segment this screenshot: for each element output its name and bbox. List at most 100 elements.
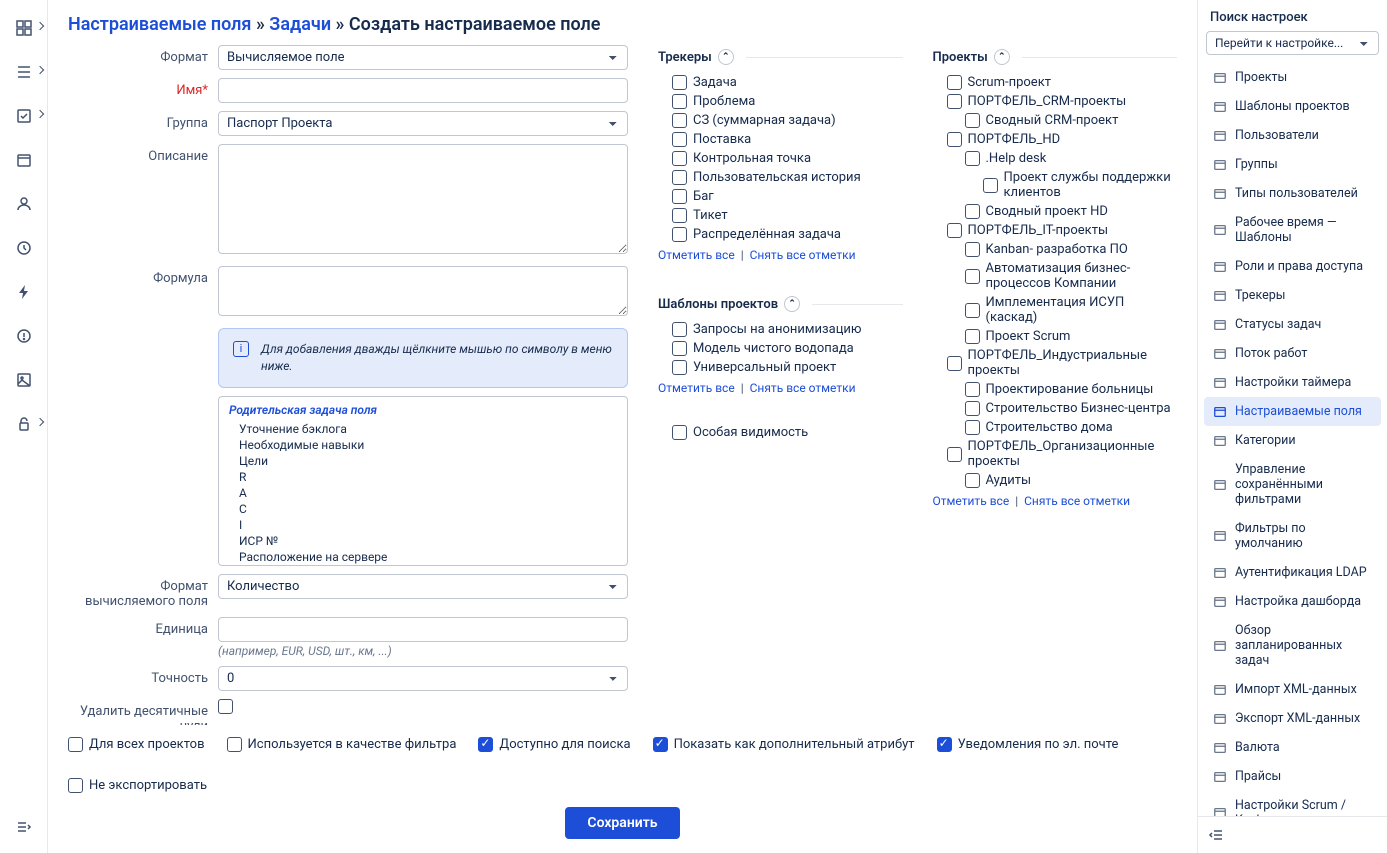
tracker-row[interactable]: Проблема bbox=[672, 92, 903, 111]
tracker-row[interactable]: СЗ (суммарная задача) bbox=[672, 111, 903, 130]
settings-nav-item[interactable]: Трекеры bbox=[1204, 281, 1381, 310]
settings-nav-item[interactable]: Пользователи bbox=[1204, 121, 1381, 150]
precision-select[interactable]: 0 bbox=[218, 666, 628, 691]
project-row[interactable]: ПОРТФЕЛЬ_Индустриальные проекты bbox=[947, 346, 1178, 380]
tracker-row[interactable]: Задача bbox=[672, 73, 903, 92]
settings-nav-item[interactable]: Управление сохранёнными фильтрами bbox=[1204, 455, 1381, 514]
project-checkbox[interactable] bbox=[947, 94, 962, 109]
tracker-checkbox[interactable] bbox=[672, 132, 687, 147]
nav-bolt-icon[interactable] bbox=[14, 282, 34, 302]
listbox-item[interactable]: I bbox=[229, 517, 617, 533]
trackers-unmark-all[interactable]: Снять все отметки bbox=[750, 248, 856, 262]
settings-jump-select[interactable]: Перейти к настройке... bbox=[1206, 31, 1379, 55]
unit-input[interactable] bbox=[218, 617, 628, 642]
trackers-collapse-icon[interactable]: ⌃ bbox=[718, 49, 734, 65]
tracker-checkbox[interactable] bbox=[672, 113, 687, 128]
settings-nav-item[interactable]: Роли и права доступа bbox=[1204, 252, 1381, 281]
breadcrumb-tasks[interactable]: Задачи bbox=[269, 14, 331, 35]
nav-alert-icon[interactable] bbox=[14, 326, 34, 346]
project-checkbox[interactable] bbox=[965, 473, 980, 488]
nav-dashboard-icon[interactable] bbox=[14, 18, 34, 38]
project-row[interactable]: Сводный проект HD bbox=[947, 202, 1178, 221]
settings-nav-item[interactable]: Обзор запланированных задач bbox=[1204, 616, 1381, 675]
listbox-item[interactable]: C bbox=[229, 501, 617, 517]
project-checkbox[interactable] bbox=[965, 303, 980, 318]
project-row[interactable]: Проект службы поддержки клиентов bbox=[947, 168, 1178, 202]
project-row[interactable]: Kanban- разработка ПО bbox=[947, 240, 1178, 259]
tracker-checkbox[interactable] bbox=[672, 189, 687, 204]
settings-nav-item[interactable]: Поток работ bbox=[1204, 339, 1381, 368]
settings-nav-item[interactable]: Категории bbox=[1204, 426, 1381, 455]
project-checkbox[interactable] bbox=[965, 382, 980, 397]
settings-nav-item[interactable]: Рабочее время — Шаблоны bbox=[1204, 208, 1381, 252]
calc-format-select[interactable]: Количество bbox=[218, 574, 628, 599]
breadcrumb-custom-fields[interactable]: Настраиваемые поля bbox=[68, 14, 251, 35]
project-checkbox[interactable] bbox=[965, 420, 980, 435]
group-select[interactable]: Паспорт Проекта bbox=[218, 111, 628, 136]
project-row[interactable]: ПОРТФЕЛЬ_Организационные проекты bbox=[947, 437, 1178, 471]
panel-collapse-icon[interactable] bbox=[1198, 816, 1387, 853]
template-row[interactable]: Запросы на анонимизацию bbox=[672, 320, 903, 339]
tracker-checkbox[interactable] bbox=[672, 75, 687, 90]
nav-lock-icon[interactable] bbox=[14, 414, 34, 434]
templates-unmark-all[interactable]: Снять все отметки bbox=[750, 381, 856, 395]
save-button[interactable]: Сохранить bbox=[565, 807, 679, 839]
project-row[interactable]: Аудиты bbox=[947, 471, 1178, 490]
project-checkbox[interactable] bbox=[965, 329, 980, 344]
nav-task-icon[interactable] bbox=[14, 106, 34, 126]
project-checkbox[interactable] bbox=[965, 401, 980, 416]
settings-nav-item[interactable]: Настраиваемые поля bbox=[1204, 397, 1381, 426]
project-row[interactable]: Scrum-проект bbox=[947, 73, 1178, 92]
settings-nav-item[interactable]: Проекты bbox=[1204, 63, 1381, 92]
email-notif-checkbox[interactable] bbox=[937, 737, 952, 752]
templates-mark-all[interactable]: Отметить все bbox=[658, 381, 735, 395]
project-row[interactable]: Сводный CRM-проект bbox=[947, 111, 1178, 130]
as-filter-checkbox[interactable] bbox=[227, 737, 242, 752]
no-export-checkbox[interactable] bbox=[68, 778, 83, 793]
special-visibility-checkbox[interactable] bbox=[672, 425, 687, 440]
description-textarea[interactable] bbox=[218, 144, 628, 254]
tracker-checkbox[interactable] bbox=[672, 208, 687, 223]
formula-textarea[interactable] bbox=[218, 266, 628, 316]
project-checkbox[interactable] bbox=[947, 223, 962, 238]
project-checkbox[interactable] bbox=[947, 75, 962, 90]
project-row[interactable]: .Help desk bbox=[947, 149, 1178, 168]
template-checkbox[interactable] bbox=[672, 360, 687, 375]
nav-time-icon[interactable] bbox=[14, 238, 34, 258]
settings-nav-item[interactable]: Импорт XML-данных bbox=[1204, 675, 1381, 704]
templates-collapse-icon[interactable]: ⌃ bbox=[784, 296, 800, 312]
settings-nav-item[interactable]: Валюта bbox=[1204, 733, 1381, 762]
project-row[interactable]: ПОРТФЕЛЬ_HD bbox=[947, 130, 1178, 149]
project-checkbox[interactable] bbox=[965, 113, 980, 128]
name-input[interactable] bbox=[218, 78, 628, 103]
settings-nav-item[interactable]: Настройка дашборда bbox=[1204, 587, 1381, 616]
tracker-row[interactable]: Пользовательская история bbox=[672, 168, 903, 187]
trimzero-checkbox[interactable] bbox=[218, 699, 233, 714]
nav-image-icon[interactable] bbox=[14, 370, 34, 390]
template-row[interactable]: Универсальный проект bbox=[672, 358, 903, 377]
tracker-row[interactable]: Тикет bbox=[672, 206, 903, 225]
listbox-item[interactable]: Расположение на сервере bbox=[229, 549, 617, 565]
settings-nav-item[interactable]: Типы пользователей bbox=[1204, 179, 1381, 208]
trackers-mark-all[interactable]: Отметить все bbox=[658, 248, 735, 262]
settings-nav-item[interactable]: Фильтры по умолчанию bbox=[1204, 514, 1381, 558]
project-row[interactable]: Проект Scrum bbox=[947, 327, 1178, 346]
project-checkbox[interactable] bbox=[947, 132, 962, 147]
searchable-checkbox[interactable] bbox=[478, 737, 493, 752]
tracker-checkbox[interactable] bbox=[672, 151, 687, 166]
listbox-item[interactable]: R bbox=[229, 469, 617, 485]
project-checkbox[interactable] bbox=[947, 447, 962, 462]
settings-nav-item[interactable]: Экспорт XML-данных bbox=[1204, 704, 1381, 733]
special-visibility-row[interactable]: Особая видимость bbox=[672, 423, 903, 442]
template-row[interactable]: Модель чистого водопада bbox=[672, 339, 903, 358]
settings-nav-item[interactable]: Настройки Scrum / Kanban по умолчанию bbox=[1204, 791, 1381, 816]
tracker-row[interactable]: Поставка bbox=[672, 130, 903, 149]
project-row[interactable]: Проектирование больницы bbox=[947, 380, 1178, 399]
project-row[interactable]: ПОРТФЕЛЬ_CRM-проекты bbox=[947, 92, 1178, 111]
nav-calendar-icon[interactable] bbox=[14, 150, 34, 170]
projects-mark-all[interactable]: Отметить все bbox=[933, 494, 1010, 508]
sidebar-expand-icon[interactable] bbox=[14, 817, 34, 837]
project-row[interactable]: Строительство Бизнес-центра bbox=[947, 399, 1178, 418]
settings-nav-item[interactable]: Статусы задач bbox=[1204, 310, 1381, 339]
all-projects-checkbox[interactable] bbox=[68, 737, 83, 752]
